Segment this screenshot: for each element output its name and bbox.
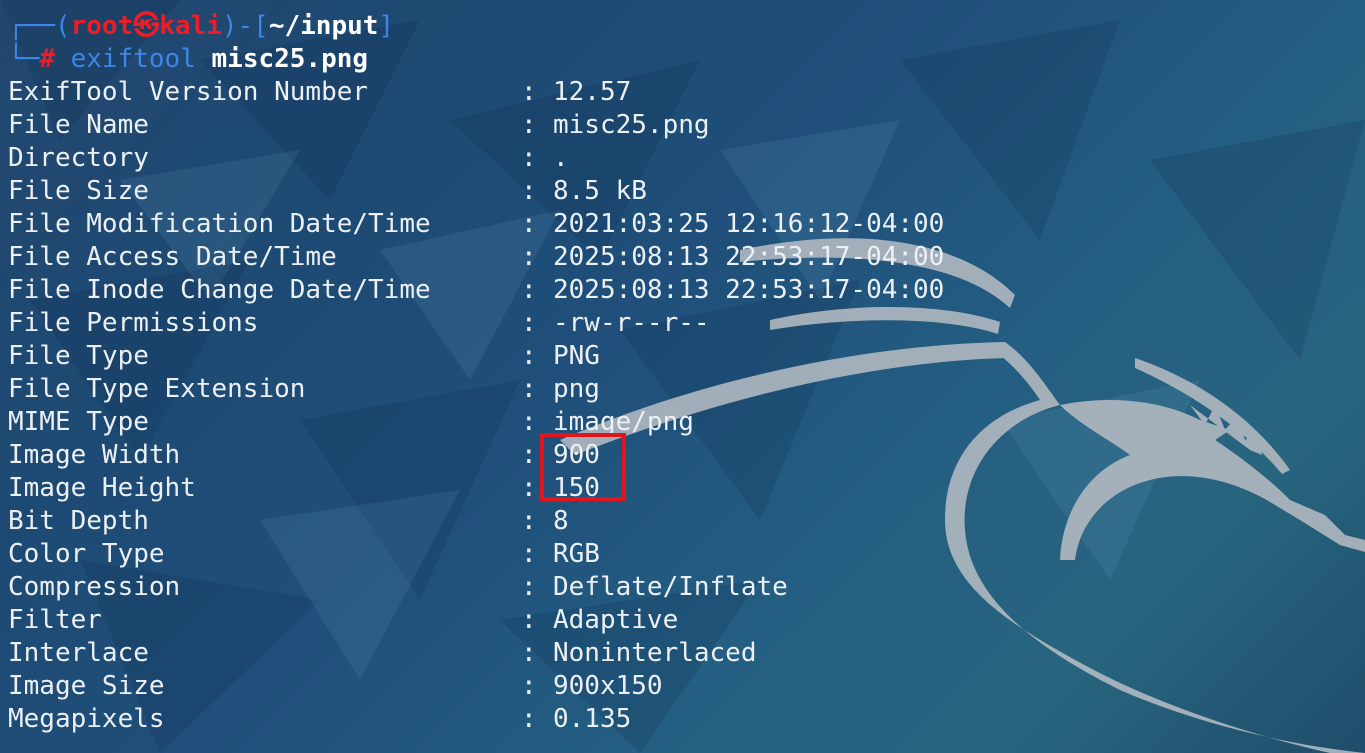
exif-key: Compression (8, 572, 181, 602)
exif-value: . (553, 143, 569, 173)
exif-value: 12.57 (553, 77, 632, 107)
exif-separator: : (521, 143, 537, 173)
exif-key: File Modification Date/Time (8, 209, 431, 239)
exif-value: 8 (553, 506, 569, 536)
prompt-hash: # (39, 44, 55, 74)
exif-separator: : (521, 506, 537, 536)
exif-value: RGB (553, 539, 600, 569)
prompt-line: ┌──(root㉿kali)-[~/input] (8, 10, 394, 43)
command-argument: misc25.png (211, 44, 369, 74)
exif-key: File Type Extension (8, 374, 306, 404)
exif-separator: : (521, 341, 537, 371)
exif-separator: : (521, 209, 537, 239)
exif-separator: : (521, 407, 537, 437)
exif-separator: : (521, 275, 537, 305)
exif-value: Adaptive (553, 605, 679, 635)
exif-key: Image Size (8, 671, 165, 701)
exif-value: Noninterlaced (553, 638, 757, 668)
exif-separator: : (521, 605, 537, 635)
exif-separator: : (521, 704, 537, 734)
prompt-user-host: root㉿kali (70, 11, 222, 41)
exif-key: File Type (8, 341, 149, 371)
exif-separator: : (521, 77, 537, 107)
exif-separator: : (521, 473, 537, 503)
exif-value: -rw-r--r-- (553, 308, 710, 338)
exif-separator: : (521, 539, 537, 569)
exif-separator: : (521, 572, 537, 602)
exif-key: Interlace (8, 638, 149, 668)
exif-separator: : (521, 176, 537, 206)
terminal-window[interactable]: ┌──(root㉿kali)-[~/input] └─# exiftool mi… (0, 0, 1365, 753)
highlight-box (540, 433, 626, 501)
exif-separator: : (521, 242, 537, 272)
prompt-frame-bottom: └─ (8, 44, 40, 74)
exif-value: misc25.png (553, 110, 710, 140)
command-line: └─# exiftool misc25.png (8, 43, 368, 76)
exif-key: File Access Date/Time (8, 242, 337, 272)
exif-key: Megapixels (8, 704, 165, 734)
exif-key: Directory (8, 143, 149, 173)
prompt-frame-close: ] (378, 11, 395, 41)
exif-value: 2025:08:13 22:53:17-04:00 (553, 242, 945, 272)
exif-key: ExifTool Version Number (8, 77, 369, 107)
exif-value: 0.135 (553, 704, 632, 734)
exif-value: 2021:03:25 12:16:12-04:00 (553, 209, 945, 239)
exif-separator: : (521, 374, 537, 404)
exif-separator: : (521, 308, 537, 338)
exif-value: PNG (553, 341, 600, 371)
exif-separator: : (521, 110, 537, 140)
exif-separator: : (521, 638, 537, 668)
exif-value: 2025:08:13 22:53:17-04:00 (553, 275, 945, 305)
prompt-frame-mid: )-[ (221, 11, 269, 41)
exif-value: 900x150 (553, 671, 663, 701)
exif-value: Deflate/Inflate (553, 572, 788, 602)
prompt-path: ~/input (268, 11, 379, 41)
exif-value: png (553, 374, 600, 404)
exif-key: Bit Depth (8, 506, 149, 536)
exif-separator: : (521, 671, 537, 701)
exif-key: MIME Type (8, 407, 149, 437)
exif-key: File Size (8, 176, 149, 206)
command-name: exiftool (70, 44, 196, 74)
exif-key: Filter (8, 605, 102, 635)
exif-key: Image Width (8, 440, 181, 470)
exif-value: 8.5 kB (553, 176, 647, 206)
exif-key: Color Type (8, 539, 165, 569)
exif-key: File Permissions (8, 308, 259, 338)
prompt-frame-open: ┌──( (8, 11, 71, 41)
exif-key: File Name (8, 110, 149, 140)
exif-separator: : (521, 440, 537, 470)
exif-key: Image Height (8, 473, 196, 503)
exif-key: File Inode Change Date/Time (8, 275, 431, 305)
